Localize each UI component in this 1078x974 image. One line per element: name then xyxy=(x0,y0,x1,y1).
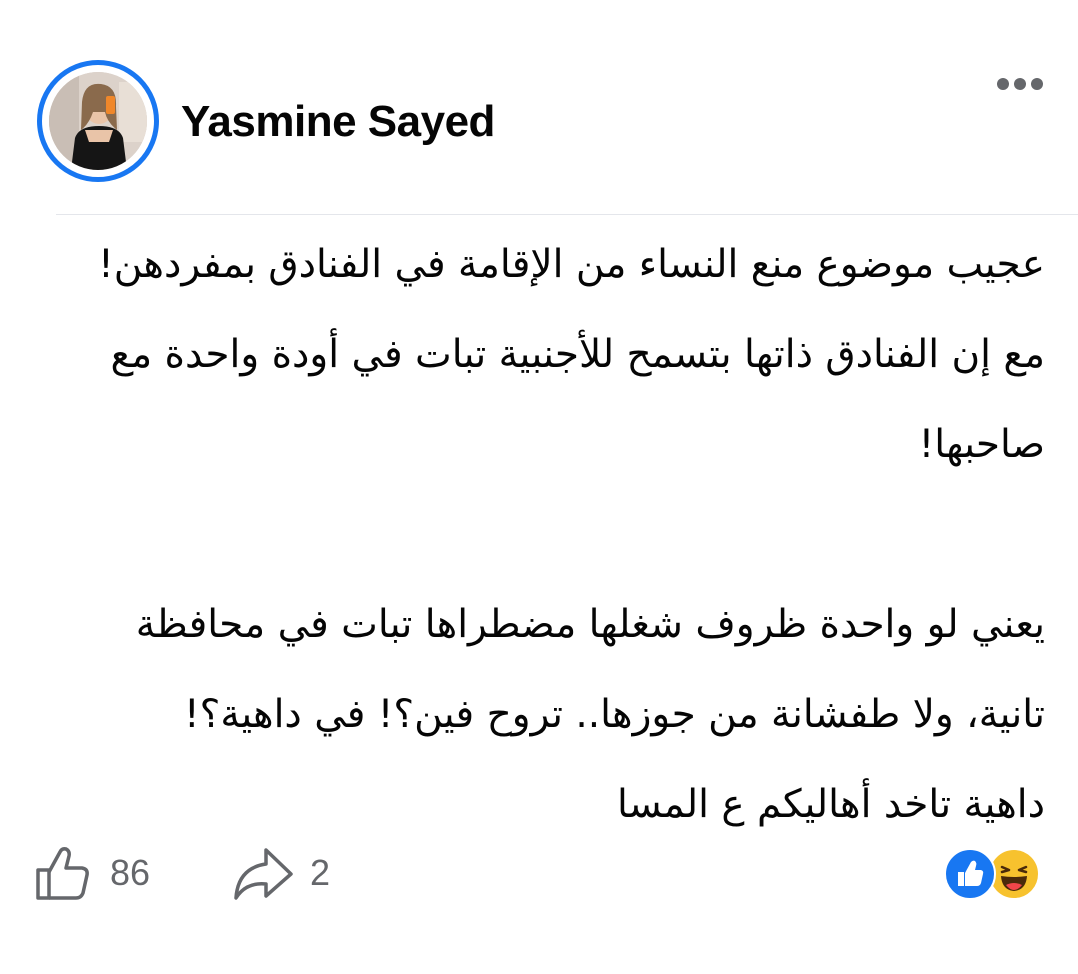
more-options-button[interactable] xyxy=(985,66,1055,102)
more-options-icon xyxy=(997,78,1009,90)
divider xyxy=(56,214,1078,215)
like-reaction-icon xyxy=(944,848,996,900)
post-header: Yasmine Sayed xyxy=(0,0,1078,214)
like-count: 86 xyxy=(110,852,151,893)
post-text-line: صاحبها! xyxy=(918,422,1045,467)
reaction-summary[interactable] xyxy=(944,848,1044,900)
story-ring[interactable] xyxy=(37,60,159,182)
share-count: 2 xyxy=(310,852,331,893)
post-body: عجيب موضوع منع النساء من الإقامة في الفن… xyxy=(40,220,1045,850)
share-button[interactable]: 2 xyxy=(230,840,330,906)
profile-photo xyxy=(49,72,147,170)
post-text-line: يعني لو واحدة ظروف شغلها مضطراها تبات في… xyxy=(135,602,1045,647)
post-text-line: مع إن الفنادق ذاتها بتسمح للأجنبية تبات … xyxy=(110,332,1045,377)
post-footer: 86 2 xyxy=(0,834,1078,914)
more-options-icon xyxy=(1031,78,1043,90)
thumbs-up-outline-icon xyxy=(36,847,89,900)
share-arrow-icon xyxy=(234,848,293,900)
post-text-line: عجيب موضوع منع النساء من الإقامة في الفن… xyxy=(98,242,1045,287)
like-button[interactable]: 86 xyxy=(34,840,150,906)
post-text-line: تانية، ولا طفشانة من جوزها.. تروح فين؟! … xyxy=(184,692,1045,737)
avatar[interactable] xyxy=(49,72,147,170)
more-options-icon xyxy=(1014,78,1026,90)
author-name[interactable]: Yasmine Sayed xyxy=(181,96,495,148)
